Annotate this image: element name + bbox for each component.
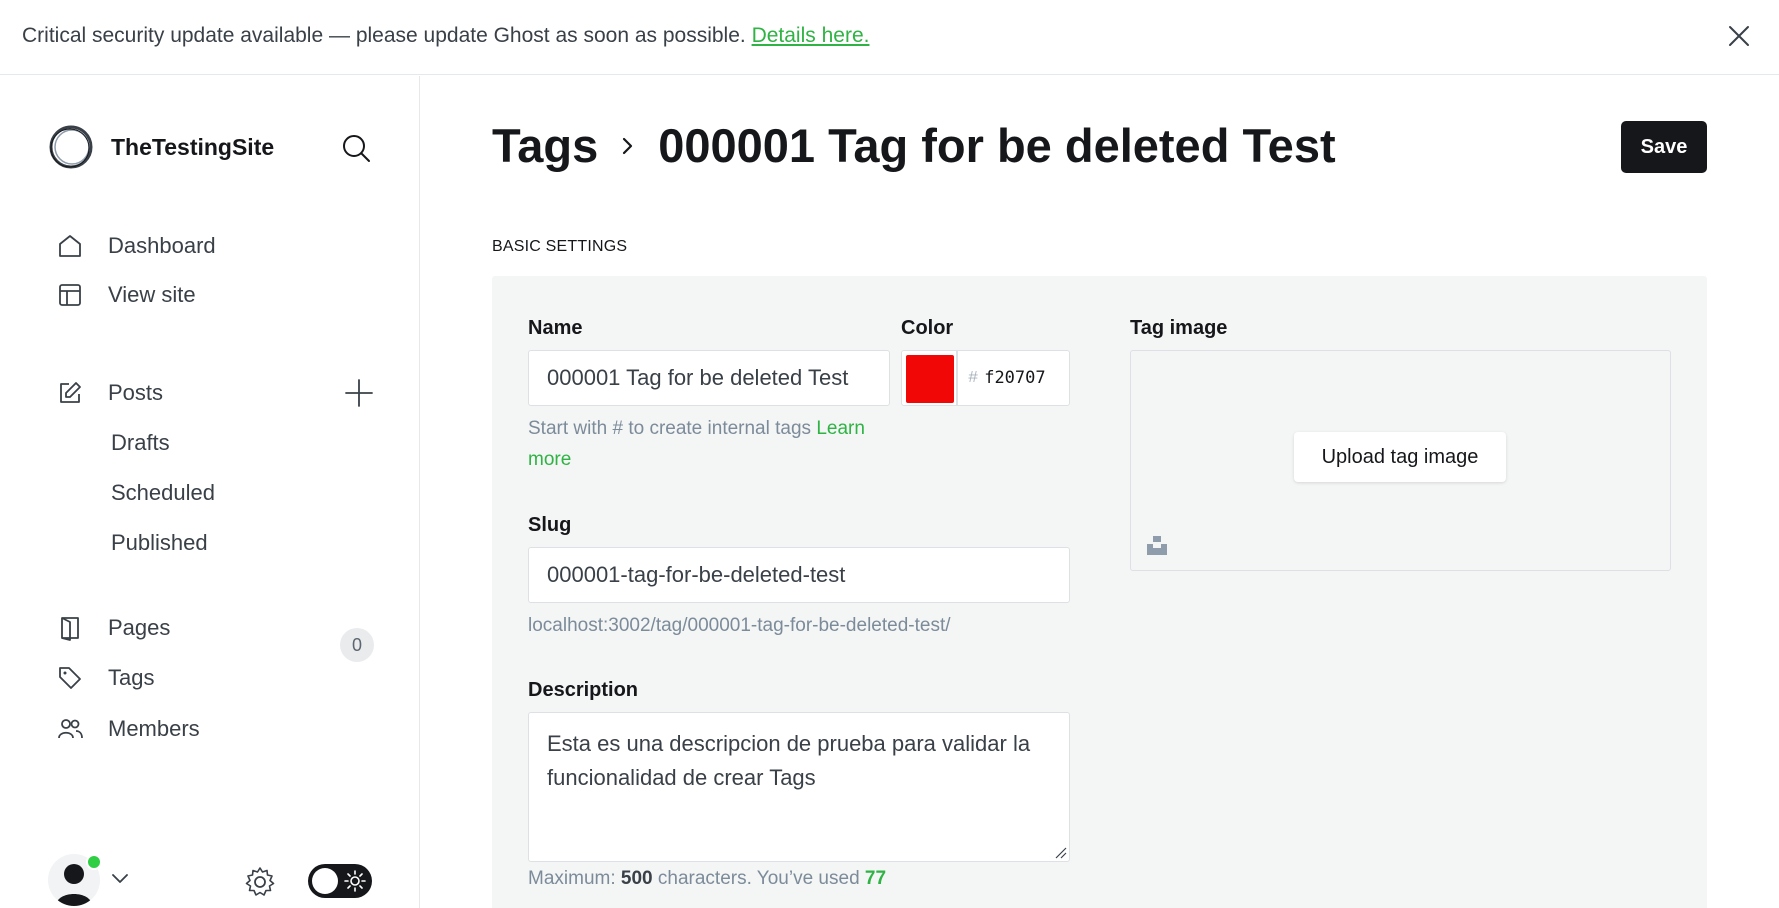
save-button[interactable]: Save bbox=[1621, 121, 1707, 173]
page-icon bbox=[56, 614, 84, 642]
close-icon[interactable] bbox=[1725, 22, 1753, 50]
nav-posts-label: Posts bbox=[108, 380, 164, 405]
chevron-right-icon bbox=[623, 137, 633, 154]
slug-url: localhost:3002/tag/000001-tag-for-be-del… bbox=[528, 615, 951, 636]
char-count-middle: characters. You’ve used bbox=[652, 868, 865, 889]
plus-icon[interactable] bbox=[344, 378, 374, 408]
nav-scheduled[interactable]: Scheduled bbox=[111, 480, 215, 506]
tag-image-label: Tag image bbox=[1130, 317, 1228, 339]
nav-view-site[interactable]: View site bbox=[56, 275, 196, 315]
unsplash-icon[interactable] bbox=[1146, 534, 1168, 556]
page-title: 000001 Tag for be deleted Test bbox=[658, 119, 1336, 172]
nav-posts[interactable]: Posts bbox=[56, 373, 163, 413]
slug-label: Slug bbox=[528, 514, 572, 536]
security-banner: Critical security update available — ple… bbox=[0, 0, 1779, 75]
banner-details-link[interactable]: Details here. bbox=[752, 24, 870, 47]
layout-icon bbox=[56, 281, 84, 309]
description-textarea[interactable]: Esta es una descripcion de prueba para v… bbox=[528, 712, 1070, 862]
nav-drafts[interactable]: Drafts bbox=[111, 430, 170, 456]
nav-tags-label: Tags bbox=[108, 665, 155, 690]
resize-handle-icon[interactable] bbox=[1054, 846, 1067, 859]
theme-toggle-knob bbox=[312, 868, 338, 894]
upload-tag-image-button[interactable]: Upload tag image bbox=[1294, 432, 1506, 482]
theme-toggle[interactable] bbox=[308, 864, 372, 898]
banner-message: Critical security update available — ple… bbox=[22, 24, 869, 48]
online-status-dot bbox=[86, 854, 102, 870]
color-hex-value: f20707 bbox=[984, 368, 1046, 388]
search-icon[interactable] bbox=[340, 132, 372, 164]
nav-pages[interactable]: Pages bbox=[56, 608, 170, 648]
sidebar: TheTestingSite Dashboard View site Posts… bbox=[0, 76, 420, 908]
site-logo-icon[interactable] bbox=[48, 124, 94, 170]
slug-input[interactable]: 000001-tag-for-be-deleted-test bbox=[528, 547, 1070, 603]
nav-members-label: Members bbox=[108, 716, 200, 741]
nav-pages-label: Pages bbox=[108, 615, 171, 640]
banner-text: Critical security update available — ple… bbox=[22, 24, 752, 47]
color-swatch-frame bbox=[901, 350, 957, 406]
color-swatch[interactable] bbox=[906, 355, 954, 403]
breadcrumb: Tags 000001 Tag for be deleted Test bbox=[492, 118, 1336, 173]
chevron-down-icon[interactable] bbox=[110, 868, 130, 888]
nav-dashboard[interactable]: Dashboard bbox=[56, 226, 216, 266]
name-input[interactable]: 000001 Tag for be deleted Test bbox=[528, 350, 890, 406]
color-label: Color bbox=[901, 317, 954, 339]
site-name[interactable]: TheTestingSite bbox=[111, 134, 274, 161]
color-hash: # bbox=[968, 368, 979, 388]
name-label: Name bbox=[528, 317, 583, 339]
nav-tags[interactable]: Tags bbox=[56, 658, 154, 698]
name-hint: Start with # to create internal tags Lea… bbox=[528, 413, 908, 475]
nav-published[interactable]: Published bbox=[111, 530, 208, 556]
members-icon bbox=[56, 715, 84, 743]
nav-members[interactable]: Members bbox=[56, 709, 200, 749]
description-label: Description bbox=[528, 679, 639, 701]
color-hex-input[interactable]: # f20707 bbox=[957, 350, 1070, 406]
character-count: Maximum: 500 characters. You’ve used 77 bbox=[528, 868, 886, 890]
section-title: BASIC SETTINGS bbox=[492, 238, 628, 255]
char-count-used: 77 bbox=[864, 868, 887, 889]
gear-icon[interactable] bbox=[244, 866, 276, 898]
char-count-prefix: Maximum: bbox=[528, 868, 621, 889]
sun-icon bbox=[344, 870, 366, 892]
name-hint-text: Start with # to create internal tags bbox=[528, 418, 817, 439]
nav-view-site-label: View site bbox=[108, 282, 196, 307]
breadcrumb-tags-link[interactable]: Tags bbox=[492, 118, 598, 173]
members-count-badge: 0 bbox=[340, 628, 374, 662]
home-icon bbox=[56, 232, 84, 260]
tag-icon bbox=[56, 664, 84, 692]
char-count-max: 500 bbox=[620, 868, 653, 889]
edit-icon bbox=[56, 379, 84, 407]
nav-dashboard-label: Dashboard bbox=[108, 233, 216, 258]
